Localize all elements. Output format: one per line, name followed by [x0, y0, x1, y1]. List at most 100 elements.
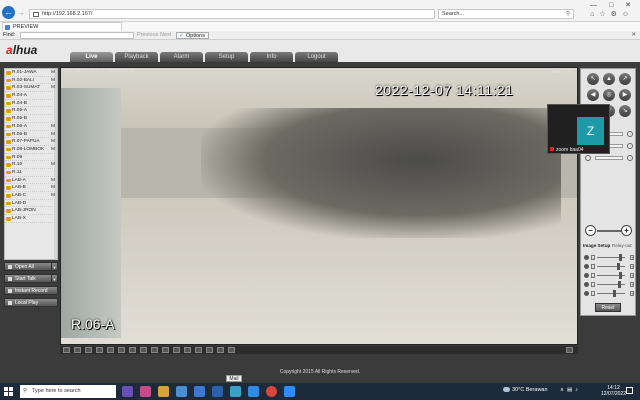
focus-far-icon[interactable] [627, 143, 633, 149]
plus-icon[interactable]: + [630, 282, 634, 287]
find-input[interactable] [20, 32, 134, 39]
window-controls[interactable]: — □ ✕ [590, 1, 636, 9]
tab-preview[interactable]: PREVIEW [2, 22, 122, 31]
task-view-icon[interactable] [122, 386, 133, 397]
brightness-slider[interactable]: - + [584, 254, 634, 262]
channel-item[interactable]: R.06-B M [5, 131, 57, 139]
channel-item[interactable]: R.08-LOMBOK M [5, 146, 57, 154]
iris-open-icon[interactable] [627, 155, 633, 161]
slider-handle[interactable] [619, 272, 622, 279]
channel-stream-mark[interactable]: M [51, 69, 55, 77]
zoom-participant-tile[interactable]: Z zoom baa04 [547, 104, 610, 154]
channel-item[interactable]: R.07-PAPUA M [5, 138, 57, 146]
store-icon[interactable] [176, 386, 187, 397]
plus-icon[interactable]: + [630, 264, 634, 269]
browser-tool-icons[interactable]: ⌂☆⚙☺ [590, 10, 634, 18]
channel-item[interactable]: R.09 [5, 154, 57, 162]
ptz-speed-control[interactable]: − + [583, 225, 635, 237]
ptz-up-icon[interactable]: ▲ [603, 73, 615, 85]
chevron-down-icon[interactable]: ▼ [51, 263, 57, 270]
reset-button[interactable]: Reset [595, 303, 621, 312]
ptz-up-left-icon[interactable]: ↖ [587, 73, 599, 85]
channel-item[interactable]: R.02-BALI M [5, 77, 57, 85]
layout-button[interactable] [162, 347, 169, 353]
minus-icon[interactable]: − [585, 225, 596, 236]
tab-info[interactable]: Info [250, 52, 293, 62]
channel-stream-mark[interactable]: M [51, 138, 55, 146]
minus-icon[interactable]: - [591, 273, 595, 278]
channel-item[interactable]: R.03-SUMAT M [5, 84, 57, 93]
tab-relay-out[interactable]: Relay-out [612, 242, 632, 250]
taskbar-search-input[interactable]: ⚲ Type here to search [20, 385, 116, 398]
plus-icon[interactable]: + [630, 255, 634, 260]
minus-icon[interactable]: - [591, 255, 595, 260]
ptz-iris-row[interactable] [585, 153, 633, 163]
channel-item[interactable]: LAB-JRON [5, 207, 57, 216]
layout-button[interactable] [184, 347, 191, 353]
channel-item[interactable]: R.10 M [5, 161, 57, 169]
layout-button[interactable] [118, 347, 125, 353]
chrome-icon[interactable] [266, 386, 277, 397]
browser-search-input[interactable]: Search... ⚲ [438, 9, 574, 19]
layout-button[interactable] [195, 347, 202, 353]
contrast-slider[interactable]: - + [584, 263, 634, 271]
taskbar-clock[interactable]: 14:12 12/07/2022 [601, 385, 626, 397]
channel-stream-mark[interactable]: M [51, 146, 55, 154]
channel-stream-mark[interactable]: M [51, 192, 55, 200]
ptz-right-icon[interactable]: ▶ [619, 89, 631, 101]
layout-button[interactable] [217, 347, 224, 353]
find-previous-button[interactable]: Previous [137, 31, 158, 40]
channel-item[interactable]: R.04-A [5, 92, 57, 100]
iris-close-icon[interactable] [585, 155, 591, 161]
layout-button[interactable] [140, 347, 147, 353]
layout-button[interactable] [107, 347, 114, 353]
channel-item[interactable]: R.06-A M [5, 123, 57, 131]
tab-logout[interactable]: Logout [295, 52, 338, 62]
video-overlay-icons[interactable]: ■◉◯✕ [552, 69, 573, 75]
find-next-button[interactable]: Next [160, 31, 171, 40]
local-play-button[interactable]: Local Play [4, 298, 58, 307]
channel-item[interactable]: R.05-B [5, 115, 57, 123]
slider-handle[interactable] [619, 254, 622, 261]
tab-alarm[interactable]: Alarm [160, 52, 203, 62]
channel-item[interactable]: R.05-A [5, 107, 57, 116]
back-arrow-icon[interactable]: ← [2, 6, 15, 19]
app-icon-2[interactable] [194, 386, 205, 397]
plus-icon[interactable]: + [630, 291, 634, 296]
channel-item[interactable]: LAB-A M [5, 177, 57, 185]
weather-widget[interactable]: 30°C Berawan [503, 387, 548, 393]
windows-start-icon[interactable] [4, 387, 13, 396]
sharpness-slider[interactable]: - + [584, 290, 634, 298]
layout-button[interactable] [173, 347, 180, 353]
channel-stream-mark[interactable]: M [51, 77, 55, 85]
channel-item[interactable]: LAB-C M [5, 192, 57, 200]
app-icon-1[interactable] [140, 386, 151, 397]
channel-item[interactable]: LAB-D [5, 200, 57, 208]
zoom-icon[interactable] [284, 386, 295, 397]
notification-icon[interactable] [626, 387, 633, 394]
ptz-up-right-icon[interactable]: ↗ [619, 73, 631, 85]
forward-arrow-icon[interactable]: → [17, 8, 26, 17]
mail-icon[interactable] [212, 386, 223, 397]
layout-button[interactable] [129, 347, 136, 353]
slider-handle[interactable] [618, 281, 621, 288]
channel-item[interactable]: LAB-B M [5, 184, 57, 192]
layout-button[interactable] [63, 347, 70, 353]
chevron-down-icon[interactable]: ▼ [51, 275, 57, 282]
edge-icon[interactable] [248, 386, 259, 397]
file-explorer-icon[interactable] [158, 386, 169, 397]
start-talk-button[interactable]: Start Talk ▼ [4, 274, 58, 283]
slider-handle[interactable] [617, 263, 620, 270]
fullscreen-icon[interactable] [566, 347, 573, 353]
ie-icon[interactable] [230, 386, 241, 397]
plus-icon[interactable]: + [630, 273, 634, 278]
channel-stream-mark[interactable]: M [51, 131, 55, 139]
slider-handle[interactable] [613, 290, 616, 297]
tab-setup[interactable]: Setup [205, 52, 248, 62]
minus-icon[interactable]: - [591, 282, 595, 287]
tab-playback[interactable]: Playback [115, 52, 158, 62]
plus-icon[interactable]: + [621, 225, 632, 236]
channel-item[interactable]: R.11 [5, 169, 57, 177]
channel-stream-mark[interactable]: M [51, 161, 55, 169]
layout-button[interactable] [206, 347, 213, 353]
